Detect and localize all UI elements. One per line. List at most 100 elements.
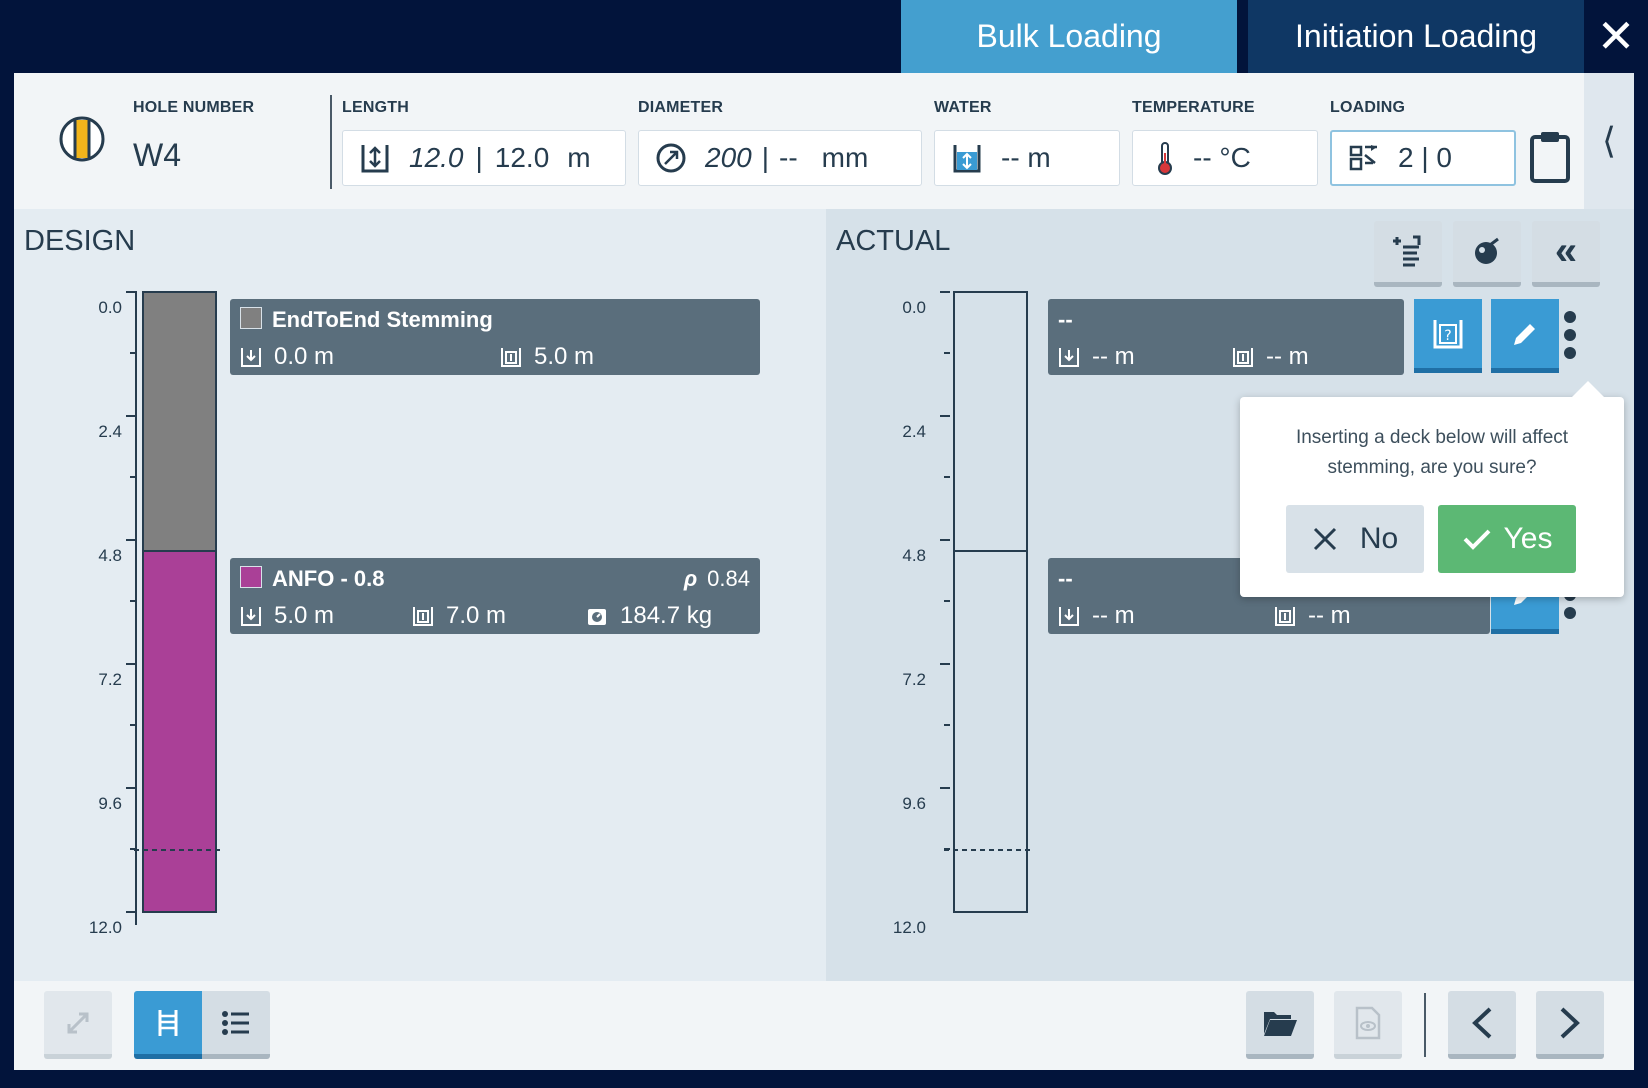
add-deck-icon [1393,235,1421,266]
deck-top-metric: -- m [1058,602,1135,630]
column-view-button[interactable] [134,991,202,1059]
view-document-button[interactable] [1334,991,1402,1059]
design-axis-tick: 7.2 [98,670,122,689]
deck-name: -- [1058,307,1073,332]
deck-top-icon [1059,348,1079,367]
water-label: WATER [934,99,992,116]
actual-title: ACTUAL [836,225,951,257]
loading-icon [1344,138,1384,178]
column-view-icon [158,1009,178,1036]
design-panel: DESIGN 0.0 2.4 4.8 7.2 9.6 12.0 EndToEnd [14,209,826,981]
deck-top-icon [241,607,261,626]
checkmark-icon [1463,529,1490,550]
close-button[interactable]: ✕ [1590,8,1642,64]
close-icon [1313,527,1336,551]
actual-axis-tick: 4.8 [902,546,926,565]
deck-length-metric: -- m [1232,343,1309,371]
deck-top-icon [1059,607,1079,626]
list-view-button[interactable] [202,991,270,1059]
collapse-actual-button[interactable]: « [1532,221,1600,287]
water-unknown-icon: ? [1433,319,1463,348]
loading-label: LOADING [1330,99,1406,116]
length-field[interactable]: 12.0 | 12.0 m [342,130,626,186]
hole-status-icon [59,116,105,162]
weight-scale-icon [588,609,606,625]
design-deck-anfo[interactable]: ANFO - 0.8 ρ 0.84 5.0 m 7.0 m 184.7 kg [230,558,760,634]
next-hole-button[interactable] [1536,991,1604,1059]
insert-deck-confirm-popup: Inserting a deck below will affect stemm… [1240,381,1624,597]
document-view-icon [1355,1006,1381,1039]
no-button[interactable]: No [1286,505,1424,573]
design-axis-tick: 4.8 [98,546,122,565]
yes-button[interactable]: Yes [1438,505,1576,573]
diameter-field[interactable]: 200 | -- mm [638,130,922,186]
deck-mass-metric: 184.7 kg [586,602,712,630]
deck-more-menu[interactable] [1560,311,1580,359]
design-title: DESIGN [24,225,136,257]
deck-length-icon [1233,348,1253,367]
deck-length-metric: -- m [1274,602,1351,630]
close-icon: ✕ [1596,10,1636,62]
design-axis-tick: 2.4 [98,422,122,441]
expand-button[interactable] [44,991,112,1059]
popup-message: Inserting a deck below will affect stemm… [1295,427,1569,478]
design-deck-stemming[interactable]: EndToEnd Stemming 0.0 m 5.0 m [230,299,760,375]
deck-length-icon [1275,607,1295,626]
design-hole-column [126,291,224,925]
length-label: LENGTH [342,99,409,116]
loading-field[interactable]: 2 | 0 [1330,130,1516,186]
footer-toolbar [14,981,1634,1070]
design-axis-tick: 0.0 [98,298,122,317]
actual-axis-tick: 2.4 [902,422,926,441]
svg-text:?: ? [1444,328,1451,344]
expand-icon [67,1012,89,1033]
deck-length-metric: 5.0 m [500,343,594,371]
deck-length-metric: 7.0 m [412,602,506,630]
tab-initiation-loading[interactable]: Initiation Loading [1248,0,1584,73]
deck-name: -- [1058,566,1073,591]
footer-divider [1424,993,1426,1057]
primer-button[interactable] [1453,221,1521,287]
temperature-field[interactable]: -- °C [1132,130,1318,186]
actual-axis-tick: 9.6 [902,794,926,813]
collapse-sidebar-button[interactable]: ⟨ [1584,73,1634,209]
diameter-icon [651,138,691,178]
actual-axis-tick: 7.2 [902,670,926,689]
design-axis-tick: 12.0 [88,918,122,937]
water-field[interactable]: -- m [934,130,1120,186]
list-view-icon [222,1010,249,1035]
deck-density: ρ 0.84 [683,566,750,591]
chevron-right-icon [1560,1007,1580,1038]
deck-top-metric: 0.0 m [240,343,334,371]
clipboard-icon[interactable] [1528,129,1572,185]
open-folder-button[interactable] [1246,991,1314,1059]
tab-bulk-loading[interactable]: Bulk Loading [901,0,1237,73]
edit-deck-button[interactable] [1491,299,1559,373]
deck-top-metric: 5.0 m [240,602,334,630]
deck-top-icon [241,348,261,367]
chevron-left-icon: ⟨ [1601,120,1617,161]
deck-name: EndToEnd Stemming [272,307,493,332]
primer-icon [1475,237,1499,264]
water-check-button[interactable]: ? [1414,299,1482,373]
actual-hole-column [940,291,1034,913]
add-deck-button[interactable] [1374,221,1442,287]
actual-axis-tick: 0.0 [902,298,926,317]
deck-top-metric: -- m [1058,343,1135,371]
thermometer-icon [1145,138,1185,178]
double-chevron-left-icon: « [1554,229,1578,273]
chevron-left-icon [1472,1007,1492,1038]
previous-hole-button[interactable] [1448,991,1516,1059]
hole-header: HOLE NUMBER W4 LENGTH 12.0 | 12.0 m DIAM… [14,73,1584,209]
deck-length-icon [413,607,433,626]
hole-number: W4 [133,137,181,173]
deck-length-icon [501,348,521,367]
diameter-label: DIAMETER [638,99,724,116]
pencil-icon [1514,323,1535,345]
hole-number-label: HOLE NUMBER [133,99,255,116]
length-icon [355,138,395,178]
actual-deck[interactable]: -- -- m -- m [1048,299,1404,375]
folder-open-icon [1264,1011,1297,1036]
deck-color-swatch [240,307,262,329]
header-divider [330,95,332,189]
